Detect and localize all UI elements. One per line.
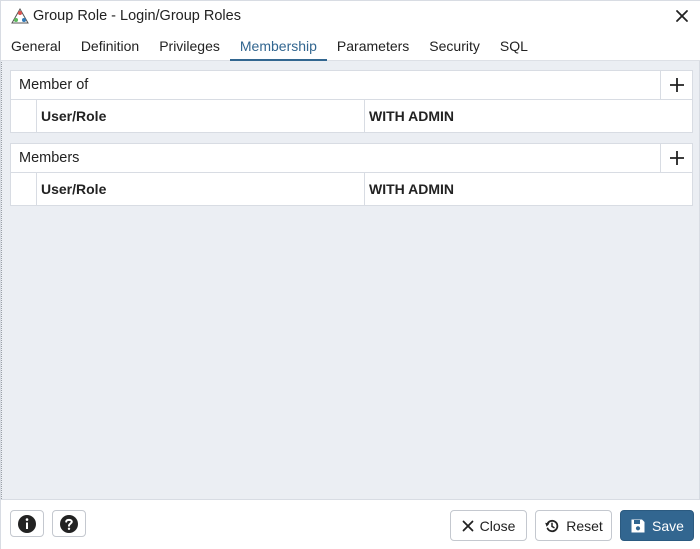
- tab-sql[interactable]: SQL: [490, 31, 538, 60]
- members-title: Members: [19, 150, 80, 166]
- close-button[interactable]: Close: [450, 510, 527, 541]
- help-button[interactable]: [52, 510, 86, 537]
- plus-icon: [669, 78, 684, 92]
- dialog: Group Role - Login/Group Roles General D…: [0, 0, 700, 549]
- members-add-button[interactable]: [660, 144, 692, 172]
- member-of-header: Member of: [11, 71, 692, 100]
- info-button[interactable]: [10, 510, 44, 537]
- tab-security[interactable]: Security: [419, 31, 490, 60]
- help-icon: [60, 514, 78, 533]
- close-button-label: Close: [479, 517, 516, 534]
- close-icon[interactable]: [671, 5, 693, 27]
- column-header-user-role[interactable]: User/Role: [37, 100, 365, 132]
- tab-privileges[interactable]: Privileges: [149, 31, 230, 60]
- save-icon: [631, 519, 645, 532]
- tab-general[interactable]: General: [1, 31, 71, 60]
- member-of-grid-header: User/Role WITH ADMIN: [11, 100, 692, 133]
- tab-definition[interactable]: Definition: [71, 31, 149, 60]
- column-header-with-admin[interactable]: WITH ADMIN: [365, 100, 692, 132]
- row-selector-column: [11, 100, 37, 132]
- column-header-with-admin[interactable]: WITH ADMIN: [365, 173, 692, 205]
- row-selector-column: [11, 173, 37, 205]
- tab-bar: General Definition Privileges Membership…: [1, 31, 700, 61]
- save-button-label: Save: [652, 517, 684, 534]
- tab-parameters[interactable]: Parameters: [327, 31, 419, 60]
- info-icon: [18, 514, 36, 533]
- save-button[interactable]: Save: [620, 510, 694, 541]
- window-title: Group Role - Login/Group Roles: [33, 8, 241, 24]
- membership-content: Member of User/Role WITH ADMIN Members U…: [1, 62, 700, 499]
- plus-icon: [669, 151, 684, 165]
- member-of-title: Member of: [19, 77, 89, 93]
- group-role-icon: [11, 8, 29, 24]
- reset-button[interactable]: Reset: [535, 510, 612, 541]
- member-of-add-button[interactable]: [660, 71, 692, 99]
- members-header: Members: [11, 144, 692, 173]
- member-of-panel: Member of User/Role WITH ADMIN: [10, 70, 693, 133]
- column-header-user-role[interactable]: User/Role: [37, 173, 365, 205]
- scroll-edge: [1, 62, 4, 499]
- dialog-footer: Close Reset Save: [1, 499, 700, 549]
- reset-button-label: Reset: [566, 517, 603, 534]
- tab-membership[interactable]: Membership: [229, 31, 327, 61]
- close-icon: [462, 520, 473, 531]
- title-bar: Group Role - Login/Group Roles: [1, 1, 700, 31]
- reset-icon: [545, 519, 559, 532]
- members-grid-header: User/Role WITH ADMIN: [11, 173, 692, 206]
- members-panel: Members User/Role WITH ADMIN: [10, 143, 693, 206]
